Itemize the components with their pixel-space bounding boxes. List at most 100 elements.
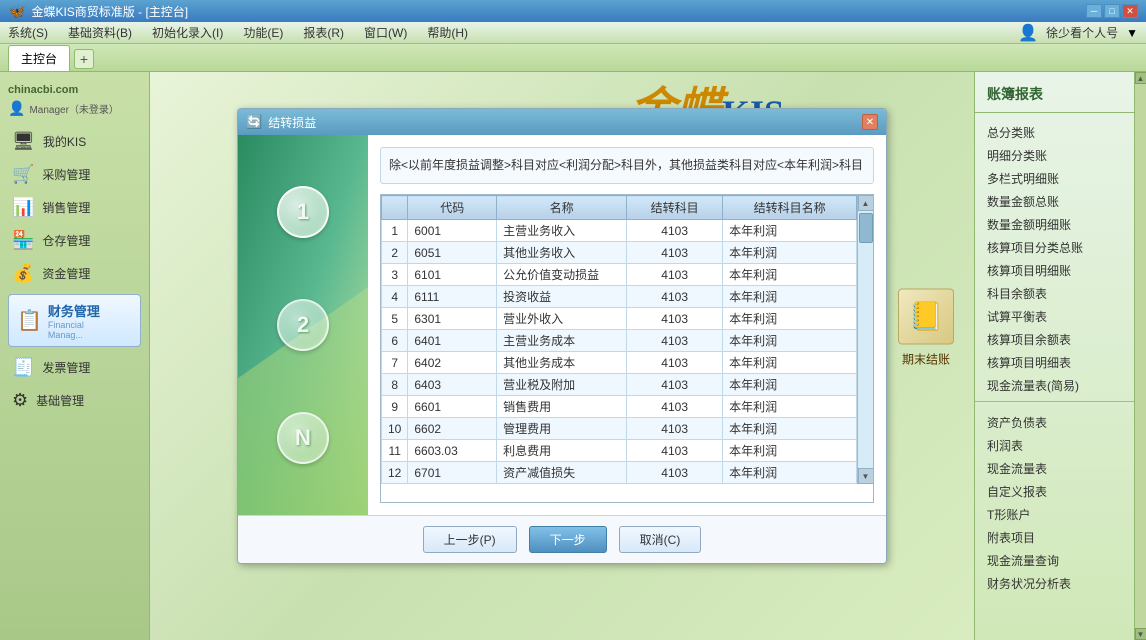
right-scroll-down[interactable]: ▼ bbox=[1135, 628, 1146, 640]
panel-item-cashflow-simple[interactable]: 现金流量表(简易) bbox=[975, 374, 1134, 397]
table-scrollbar[interactable]: ▲ ▼ bbox=[857, 195, 873, 484]
row-name: 主营业务成本 bbox=[497, 330, 627, 352]
panel-item-qty-detail[interactable]: 数量金额明细账 bbox=[975, 213, 1134, 236]
table-row[interactable]: 7 6402 其他业务成本 4103 本年利润 bbox=[382, 352, 857, 374]
panel-item-balance[interactable]: 科目余额表 bbox=[975, 282, 1134, 305]
prev-button[interactable]: 上一步(P) bbox=[423, 526, 517, 553]
row-target-name: 本年利润 bbox=[723, 462, 857, 484]
panel-item-trial[interactable]: 试算平衡表 bbox=[975, 305, 1134, 328]
row-target: 4103 bbox=[627, 396, 723, 418]
row-code: 6403 bbox=[408, 374, 497, 396]
panel-item-cashflow[interactable]: 现金流量表 bbox=[975, 457, 1134, 480]
window-controls: ─ □ ✕ bbox=[1086, 4, 1138, 18]
menu-help[interactable]: 帮助(H) bbox=[427, 24, 468, 41]
dialog-table-container: 代码 名称 结转科目 结转科目名称 1 6001 主营业务收 bbox=[380, 194, 874, 503]
logo-text: chinacbi.com bbox=[8, 84, 141, 96]
dialog-steps-panel: 1 2 N bbox=[238, 135, 368, 515]
right-scroll-up[interactable]: ▲ bbox=[1135, 72, 1146, 84]
sidebar-logo: chinacbi.com 👤 Manager（未登录） bbox=[0, 80, 149, 125]
table-row[interactable]: 12 6701 资产减值损失 4103 本年利润 bbox=[382, 462, 857, 484]
sidebar-item-capital[interactable]: 💰 资金管理 bbox=[0, 257, 149, 290]
row-target: 4103 bbox=[627, 374, 723, 396]
panel-item-general-ledger[interactable]: 总分类账 bbox=[975, 121, 1134, 144]
sidebar-item-mykis[interactable]: 🖥 我的KIS bbox=[0, 125, 149, 158]
panel-item-qty-total[interactable]: 数量金额总账 bbox=[975, 190, 1134, 213]
title-bar: 🦋 金蝶KIS商贸标准版 - [主控台] ─ □ ✕ bbox=[0, 0, 1146, 22]
panel-item-custom[interactable]: 自定义报表 bbox=[975, 480, 1134, 503]
panel-item-cashflow-query[interactable]: 现金流量查询 bbox=[975, 549, 1134, 572]
panel-item-calc-detail[interactable]: 核算项目明细账 bbox=[975, 259, 1134, 282]
row-code: 6101 bbox=[408, 264, 497, 286]
table-row[interactable]: 6 6401 主营业务成本 4103 本年利润 bbox=[382, 330, 857, 352]
sidebar-label-warehouse: 仓存管理 bbox=[42, 232, 90, 249]
menu-init[interactable]: 初始化录入(I) bbox=[152, 24, 223, 41]
row-target: 4103 bbox=[627, 462, 723, 484]
panel-item-multi-col[interactable]: 多栏式明细账 bbox=[975, 167, 1134, 190]
dialog-title-bar: 🔄 结转损益 ✕ bbox=[238, 109, 886, 135]
close-button[interactable]: ✕ bbox=[1122, 4, 1138, 18]
row-target: 4103 bbox=[627, 440, 723, 462]
table-row[interactable]: 10 6602 管理费用 4103 本年利润 bbox=[382, 418, 857, 440]
title-bar-left: 🦋 金蝶KIS商贸标准版 - [主控台] bbox=[8, 3, 188, 20]
table-row[interactable]: 11 6603.03 利息费用 4103 本年利润 bbox=[382, 440, 857, 462]
menu-basic-data[interactable]: 基础资料(B) bbox=[68, 24, 132, 41]
dialog-close-button[interactable]: ✕ bbox=[862, 114, 878, 130]
transfer-profit-dialog: 🔄 结转损益 ✕ 1 2 bbox=[237, 108, 887, 564]
minimize-button[interactable]: ─ bbox=[1086, 4, 1102, 18]
table-row[interactable]: 9 6601 销售费用 4103 本年利润 bbox=[382, 396, 857, 418]
sidebar-item-warehouse[interactable]: 🏪 仓存管理 bbox=[0, 224, 149, 257]
row-num: 9 bbox=[382, 396, 408, 418]
row-num: 8 bbox=[382, 374, 408, 396]
menu-report[interactable]: 报表(R) bbox=[303, 24, 344, 41]
scroll-down-button[interactable]: ▼ bbox=[858, 468, 874, 484]
table-row[interactable]: 4 6111 投资收益 4103 本年利润 bbox=[382, 286, 857, 308]
sidebar-label-sales: 销售管理 bbox=[42, 199, 90, 216]
sidebar-item-basic-mgmt[interactable]: ⚙ 基础管理 bbox=[0, 384, 149, 417]
row-target: 4103 bbox=[627, 418, 723, 440]
row-code: 6111 bbox=[408, 286, 497, 308]
panel-item-calc-detail2[interactable]: 核算项目明细表 bbox=[975, 351, 1134, 374]
row-code: 6301 bbox=[408, 308, 497, 330]
scroll-thumb[interactable] bbox=[859, 213, 873, 243]
menu-right: 👤 徐少看个人号 ▼ bbox=[1018, 23, 1138, 43]
sidebar-label-invoice: 发票管理 bbox=[42, 359, 90, 376]
capital-icon: 💰 bbox=[12, 263, 34, 284]
user-dropdown-icon[interactable]: ▼ bbox=[1126, 26, 1138, 40]
cancel-button[interactable]: 取消(C) bbox=[619, 526, 702, 553]
panel-item-calc-total[interactable]: 核算项目分类总账 bbox=[975, 236, 1134, 259]
next-button[interactable]: 下一步 bbox=[529, 526, 607, 553]
table-row[interactable]: 2 6051 其他业务收入 4103 本年利润 bbox=[382, 242, 857, 264]
row-code: 6001 bbox=[408, 220, 497, 242]
maximize-button[interactable]: □ bbox=[1104, 4, 1120, 18]
sidebar-item-sales[interactable]: 📊 销售管理 bbox=[0, 191, 149, 224]
row-target: 4103 bbox=[627, 352, 723, 374]
financial-icon: 📋 bbox=[17, 308, 42, 333]
panel-item-financial-analysis[interactable]: 财务状况分析表 bbox=[975, 572, 1134, 595]
row-name: 营业税及附加 bbox=[497, 374, 627, 396]
menu-window[interactable]: 窗口(W) bbox=[364, 24, 407, 41]
menu-system[interactable]: 系统(S) bbox=[8, 24, 48, 41]
financial-label: 财务管理 bbox=[48, 301, 100, 320]
row-target-name: 本年利润 bbox=[723, 308, 857, 330]
panel-item-taccount[interactable]: T形账户 bbox=[975, 503, 1134, 526]
row-num: 4 bbox=[382, 286, 408, 308]
scroll-up-button[interactable]: ▲ bbox=[858, 195, 874, 211]
table-row[interactable]: 1 6001 主营业务收入 4103 本年利润 bbox=[382, 220, 857, 242]
panel-item-assets[interactable]: 资产负债表 bbox=[975, 411, 1134, 434]
sidebar-item-invoice[interactable]: 🧾 发票管理 bbox=[0, 351, 149, 384]
sidebar-item-purchase[interactable]: 🛒 采购管理 bbox=[0, 158, 149, 191]
table-row[interactable]: 8 6403 营业税及附加 4103 本年利润 bbox=[382, 374, 857, 396]
table-row[interactable]: 3 6101 公允价值变动损益 4103 本年利润 bbox=[382, 264, 857, 286]
mykis-icon: 🖥 bbox=[12, 131, 35, 152]
col-target: 结转科目 bbox=[627, 196, 723, 220]
panel-item-appendix[interactable]: 附表项目 bbox=[975, 526, 1134, 549]
tab-add-button[interactable]: + bbox=[74, 49, 94, 69]
panel-item-detail-ledger[interactable]: 明细分类账 bbox=[975, 144, 1134, 167]
panel-item-calc-balance[interactable]: 核算项目余额表 bbox=[975, 328, 1134, 351]
menu-function[interactable]: 功能(E) bbox=[243, 24, 283, 41]
sidebar-item-financial[interactable]: 📋 财务管理 FinancialManag... bbox=[8, 294, 141, 347]
table-row[interactable]: 5 6301 营业外收入 4103 本年利润 bbox=[382, 308, 857, 330]
tab-main-console[interactable]: 主控台 bbox=[8, 45, 70, 71]
user-name[interactable]: 徐少看个人号 bbox=[1046, 24, 1118, 41]
panel-item-profit[interactable]: 利润表 bbox=[975, 434, 1134, 457]
